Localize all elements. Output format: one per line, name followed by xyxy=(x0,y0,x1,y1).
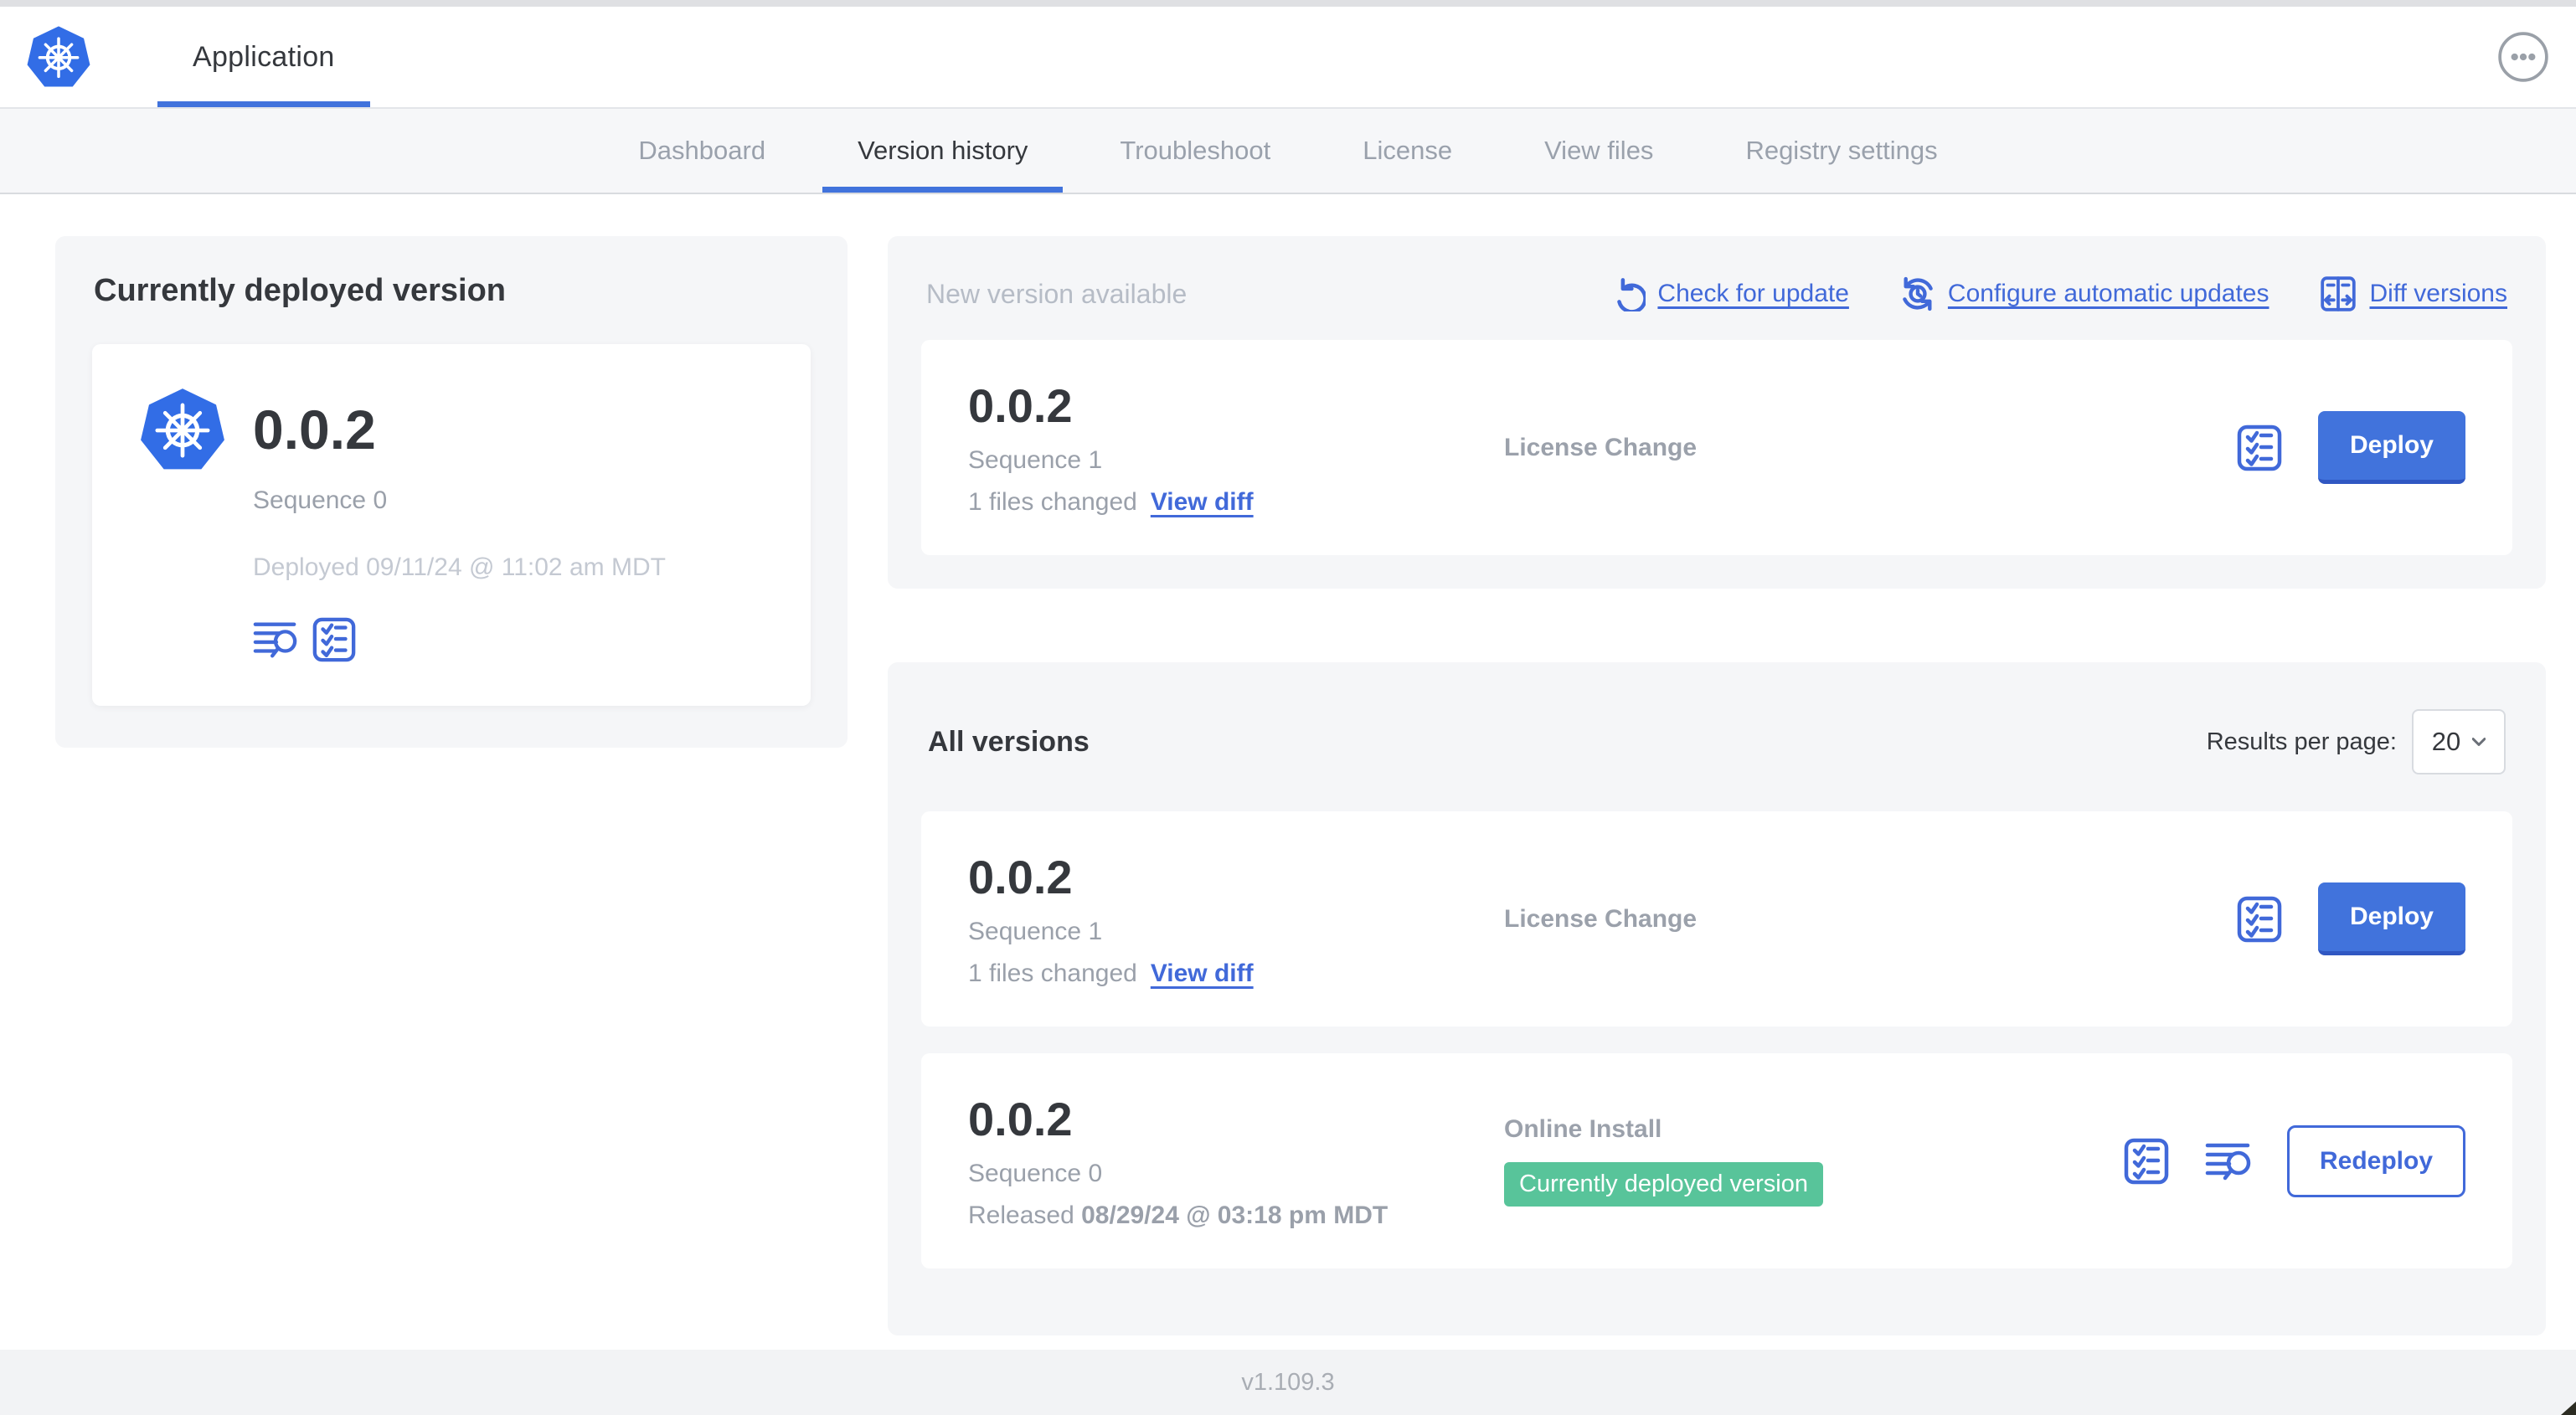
release-source: License Change xyxy=(1504,433,1698,461)
tab-version-history[interactable]: Version history xyxy=(822,109,1064,193)
new-version-card: New version available Check for update C… xyxy=(888,236,2546,589)
preflight-checklist-icon xyxy=(2236,896,2283,943)
preflight-checks-button[interactable] xyxy=(2123,1138,2170,1185)
redeploy-button[interactable]: Redeploy xyxy=(2286,1124,2465,1197)
app-title: Application xyxy=(193,40,335,73)
chevron-down-icon xyxy=(2472,738,2486,746)
configure-automatic-updates-link[interactable]: Configure automatic updates xyxy=(1899,275,2269,312)
view-deploy-logs-button[interactable] xyxy=(253,617,298,662)
currently-deployed-title: Currently deployed version xyxy=(94,273,507,308)
results-per-page-label: Results per page: xyxy=(2206,728,2397,755)
preflight-checks-button[interactable] xyxy=(312,617,357,662)
tab-registry-settings[interactable]: Registry settings xyxy=(1710,109,1972,193)
currently-deployed-badge: Currently deployed version xyxy=(1504,1162,1823,1207)
refresh-icon xyxy=(1610,276,1646,311)
version-row: 0.0.2 Sequence 1 1 files changed View di… xyxy=(921,811,2512,1027)
diff-icon xyxy=(2321,276,2357,311)
deploy-button[interactable]: Deploy xyxy=(2317,882,2465,955)
tab-dashboard[interactable]: Dashboard xyxy=(603,109,801,193)
results-per-page-select[interactable]: 20 xyxy=(2412,709,2506,774)
release-version: 0.0.2 xyxy=(968,1093,1073,1145)
active-app-tab-underline xyxy=(157,101,370,107)
tab-troubleshoot[interactable]: Troubleshoot xyxy=(1084,109,1306,193)
preflight-checklist-icon xyxy=(2236,424,2283,471)
version-row: 0.0.2 Sequence 0 Released 08/29/24 @ 03:… xyxy=(921,1053,2512,1268)
release-version: 0.0.2 xyxy=(968,851,1073,903)
preflight-checklist-icon xyxy=(312,617,357,662)
window-top-strip xyxy=(0,0,2576,7)
all-versions-title: All versions xyxy=(928,725,1090,758)
preflight-checks-button[interactable] xyxy=(2236,424,2283,471)
view-diff-link[interactable]: View diff xyxy=(1151,488,1254,517)
files-changed-text: 1 files changed xyxy=(968,488,1137,516)
release-source: Online Install xyxy=(1504,1115,1662,1143)
new-version-release-row: 0.0.2 Sequence 1 1 files changed View di… xyxy=(921,340,2512,555)
kubernetes-app-icon xyxy=(139,386,226,473)
check-for-update-link[interactable]: Check for update xyxy=(1610,276,1849,311)
view-diff-link[interactable]: View diff xyxy=(1151,960,1254,988)
release-sequence: Sequence 1 xyxy=(968,918,1103,945)
currently-deployed-card: Currently deployed version 0.0.2 Sequenc… xyxy=(55,236,848,748)
ellipsis-icon xyxy=(2498,32,2548,82)
diff-versions-link[interactable]: Diff versions xyxy=(2319,275,2507,313)
kubernetes-logo-icon xyxy=(25,21,92,93)
schedule-update-icon xyxy=(1899,275,1936,312)
files-changed-text: 1 files changed xyxy=(968,960,1137,987)
deployed-sequence: Sequence 0 xyxy=(253,486,388,514)
results-per-page-value: 20 xyxy=(2431,727,2461,756)
view-deploy-logs-button[interactable] xyxy=(2205,1138,2252,1185)
all-versions-card: All versions Results per page: 20 0.0.2 … xyxy=(888,662,2546,1335)
console-version: v1.109.3 xyxy=(1241,1368,1335,1396)
deploy-logs-icon xyxy=(2205,1138,2252,1185)
deployed-version-panel: 0.0.2 Sequence 0 Deployed 09/11/24 @ 11:… xyxy=(92,344,811,706)
main-content: Currently deployed version 0.0.2 Sequenc… xyxy=(0,194,2576,1350)
deployed-timestamp: Deployed 09/11/24 @ 11:02 am MDT xyxy=(253,553,666,581)
release-version: 0.0.2 xyxy=(968,379,1073,432)
released-timestamp: Released 08/29/24 @ 03:18 pm MDT xyxy=(968,1201,1388,1229)
app-footer: v1.109.3 xyxy=(0,1350,2576,1415)
release-source: License Change xyxy=(1504,904,1698,933)
app-header: Application xyxy=(0,7,2576,107)
versions-column: New version available Check for update C… xyxy=(888,236,2546,1335)
deploy-button[interactable]: Deploy xyxy=(2317,411,2465,484)
preflight-checklist-icon xyxy=(2123,1138,2170,1185)
app-subnav: Dashboard Version history Troubleshoot L… xyxy=(0,107,2576,194)
preflight-checks-button[interactable] xyxy=(2236,896,2283,943)
new-version-title: New version available xyxy=(926,278,1188,309)
app-tab-application[interactable]: Application xyxy=(157,7,370,107)
overflow-menu-button[interactable] xyxy=(2496,29,2551,85)
deployed-version-number: 0.0.2 xyxy=(253,399,376,461)
deploy-logs-icon xyxy=(253,617,298,662)
tab-view-files[interactable]: View files xyxy=(1509,109,1688,193)
release-sequence: Sequence 0 xyxy=(968,1160,1103,1187)
tab-license[interactable]: License xyxy=(1327,109,1487,193)
release-sequence: Sequence 1 xyxy=(968,446,1103,474)
